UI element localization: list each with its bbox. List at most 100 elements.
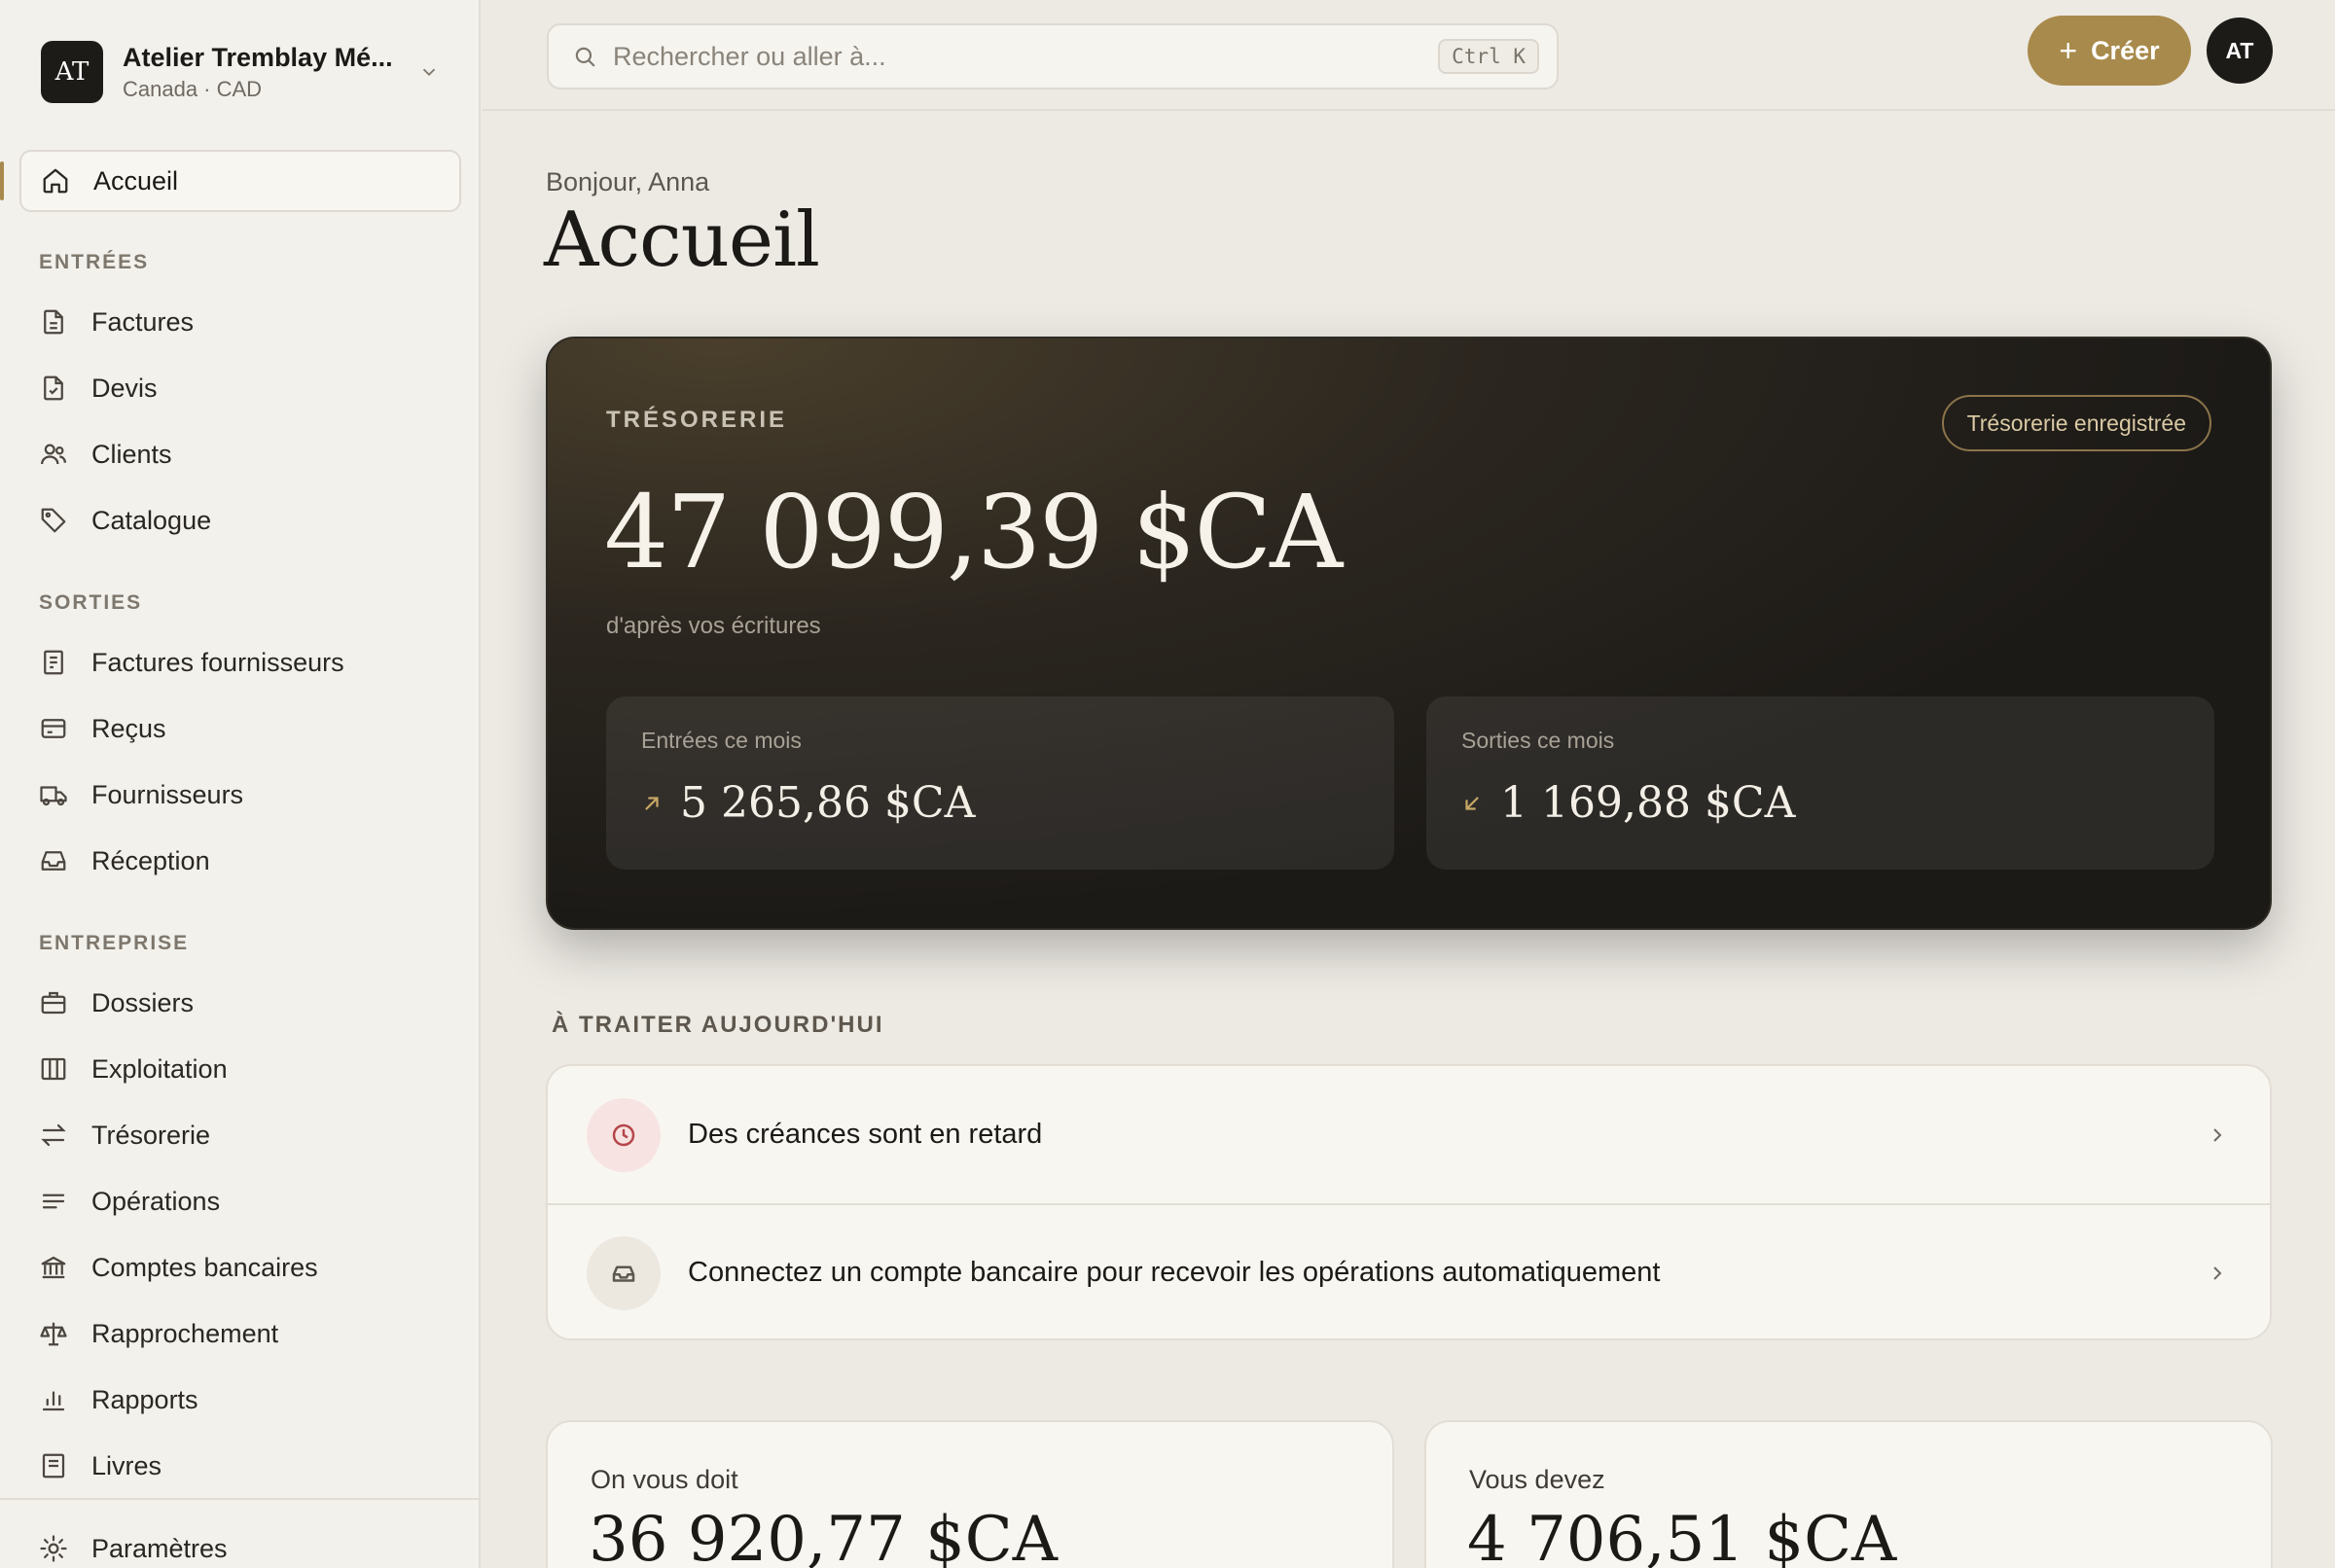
sidebar-item-label: Rapports: [91, 1384, 198, 1414]
sidebar-item-label: Comptes bancaires: [91, 1252, 318, 1282]
section-sorties: SORTIES: [39, 591, 143, 614]
bar-chart-icon: [42, 1391, 65, 1411]
treasury-badge[interactable]: Trésorerie enregistrée: [1941, 395, 2211, 451]
stat-amount: 4 706,51 $CA: [1467, 1504, 1897, 1568]
treasury-card: TRÉSORERIE Trésorerie enregistrée 47 099…: [546, 337, 2272, 930]
sidebar: AT Atelier Tremblay Mé... Canada · CAD A…: [0, 0, 481, 1568]
sidebar-item-rapprochement[interactable]: Rapprochement: [39, 1314, 278, 1353]
inflow-box: Entrées ce mois 5 265,86 $CA: [606, 696, 1394, 870]
arrows-exchange-icon: [41, 1123, 66, 1147]
treasury-label: TRÉSORERIE: [606, 407, 788, 433]
sidebar-item-accueil[interactable]: Accueil: [19, 150, 461, 212]
shortcut-hint: Ctrl K: [1438, 39, 1539, 74]
todo-text: Des créances sont en retard: [688, 1119, 1043, 1150]
gear-icon: [40, 1535, 67, 1562]
sidebar-item-tresorerie[interactable]: Trésorerie: [39, 1116, 210, 1155]
section-entreprise: ENTREPRISE: [39, 932, 190, 954]
sidebar-item-exploitation[interactable]: Exploitation: [39, 1050, 228, 1088]
sidebar-item-recus[interactable]: Reçus: [39, 709, 166, 748]
arrow-up-right-icon: [645, 796, 659, 810]
avatar[interactable]: AT: [2207, 18, 2273, 84]
inbox-icon: [41, 851, 66, 871]
treasury-subtitle: d'après vos écritures: [606, 613, 821, 639]
search-bar[interactable]: Ctrl K: [547, 23, 1559, 89]
workspace-name: Atelier Tremblay Mé...: [123, 42, 393, 72]
sidebar-item-label: Factures: [91, 306, 195, 337]
stat-label: On vous doit: [591, 1465, 738, 1494]
payables-card[interactable]: Vous devez 4 706,51 $CA: [1424, 1420, 2273, 1568]
inflow-value: 5 265,86 $CA: [641, 778, 975, 828]
sidebar-item-label: Devis: [91, 373, 158, 403]
active-indicator: [0, 161, 4, 200]
file-check-icon: [44, 375, 63, 401]
sidebar-item-livres[interactable]: Livres: [39, 1446, 162, 1485]
create-button-label: Créer: [2091, 35, 2160, 65]
outflow-amount: 1 169,88 $CA: [1500, 778, 1796, 828]
stat-label: Vous devez: [1469, 1465, 1605, 1494]
greeting: Bonjour, Anna: [546, 167, 710, 196]
sidebar-item-label: Reçus: [91, 713, 166, 743]
credit-card-icon: [41, 719, 66, 738]
home-icon: [43, 168, 68, 194]
columns-icon: [41, 1057, 66, 1081]
search-input[interactable]: [613, 41, 1439, 72]
sidebar-item-label: Fournisseurs: [91, 779, 244, 809]
create-button[interactable]: + Créer: [2028, 16, 2191, 86]
sidebar-item-label: Livres: [91, 1450, 162, 1480]
sidebar-item-factures[interactable]: Factures: [39, 303, 194, 341]
sidebar-item-parametres[interactable]: Paramètres: [39, 1529, 228, 1568]
book-icon: [42, 1453, 65, 1479]
sidebar-item-comptes-bancaires[interactable]: Comptes bancaires: [39, 1248, 318, 1287]
todo-item-overdue[interactable]: Des créances sont en retard: [548, 1066, 2270, 1203]
sidebar-item-label: Accueil: [93, 165, 179, 196]
sidebar-item-label: Trésorerie: [91, 1120, 211, 1150]
outflow-box: Sorties ce mois 1 169,88 $CA: [1426, 696, 2214, 870]
sidebar-item-operations[interactable]: Opérations: [39, 1182, 220, 1221]
sidebar-item-factures-fournisseurs[interactable]: Factures fournisseurs: [39, 643, 344, 682]
sidebar-item-fournisseurs[interactable]: Fournisseurs: [39, 775, 243, 814]
inflow-amount: 5 265,86 $CA: [680, 778, 976, 828]
sidebar-item-label: Rapprochement: [91, 1318, 279, 1348]
sidebar-item-rapports[interactable]: Rapports: [39, 1380, 198, 1419]
sidebar-item-label: Exploitation: [91, 1053, 228, 1084]
sidebar-item-label: Dossiers: [91, 987, 195, 1017]
sidebar-item-devis[interactable]: Devis: [39, 369, 158, 408]
chevron-down-icon: [422, 68, 436, 77]
tag-icon: [41, 508, 66, 533]
sidebar-item-label: Réception: [91, 845, 210, 875]
scale-icon: [40, 1322, 67, 1346]
workspace-subtitle: Canada · CAD: [123, 76, 263, 101]
sidebar-item-dossiers[interactable]: Dossiers: [39, 983, 194, 1022]
workspace-info: Atelier Tremblay Mé... Canada · CAD: [123, 43, 418, 102]
chevron-right-icon: [2213, 1265, 2222, 1280]
sidebar-item-label: Clients: [91, 439, 172, 469]
todo-text: Connectez un compte bancaire pour recevo…: [688, 1257, 1661, 1288]
chevron-right-icon: [2213, 1127, 2222, 1142]
sidebar-item-label: Opérations: [91, 1186, 221, 1216]
sidebar-item-label: Factures fournisseurs: [91, 647, 344, 677]
todo-item-connect-bank[interactable]: Connectez un compte bancaire pour recevo…: [548, 1203, 2270, 1338]
todo-icon-wrap: [587, 1235, 661, 1310]
sidebar-item-clients[interactable]: Clients: [39, 435, 172, 474]
sidebar-divider: [0, 1498, 481, 1500]
outflow-label: Sorties ce mois: [1461, 728, 1615, 753]
users-icon: [41, 444, 66, 465]
briefcase-icon: [41, 991, 66, 1015]
treasury-amount: 47 099,39 $CA: [604, 473, 1343, 591]
file-text-icon: [44, 309, 63, 335]
workspace-logo: AT: [41, 41, 103, 103]
search-icon: [575, 47, 595, 67]
page-title: Accueil: [544, 196, 820, 284]
sidebar-item-label: Paramètres: [91, 1533, 228, 1563]
bank-icon: [41, 1256, 66, 1279]
sidebar-item-catalogue[interactable]: Catalogue: [39, 501, 211, 540]
clock-icon: [612, 1123, 635, 1146]
todo-section-title: À TRAITER AUJOURD'HUI: [552, 1012, 884, 1038]
sidebar-item-reception[interactable]: Réception: [39, 841, 210, 880]
receivables-card[interactable]: On vous doit 36 920,77 $CA: [546, 1420, 1394, 1568]
receipt-icon: [44, 650, 63, 675]
workspace-switcher[interactable]: AT Atelier Tremblay Mé... Canada · CAD: [41, 41, 440, 103]
list-icon: [42, 1194, 65, 1209]
stat-amount: 36 920,77 $CA: [589, 1504, 1058, 1568]
todo-list: Des créances sont en retard Connectez un…: [546, 1064, 2272, 1340]
